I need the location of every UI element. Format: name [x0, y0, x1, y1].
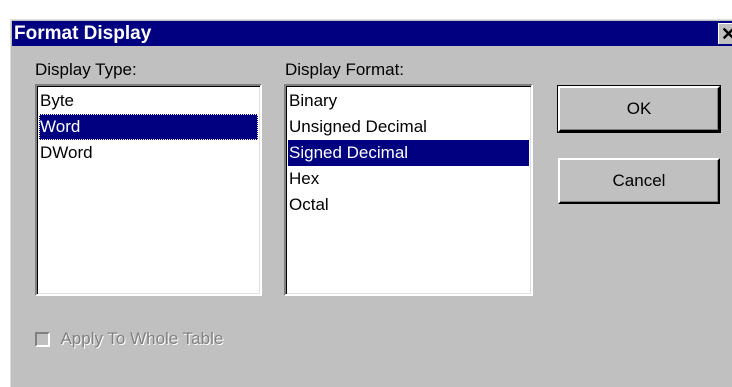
apply-whole-table-label: Apply To Whole Table: [60, 329, 224, 348]
display-type-listbox[interactable]: Byte Word DWord: [35, 84, 262, 296]
apply-whole-table-row[interactable]: Apply To Whole Table: [35, 329, 223, 351]
display-type-item-byte[interactable]: Byte: [39, 88, 258, 114]
display-format-listbox[interactable]: Binary Unsigned Decimal Signed Decimal H…: [284, 84, 533, 296]
display-format-item-hex[interactable]: Hex: [288, 166, 529, 192]
display-format-label: Display Format:: [285, 60, 405, 79]
ok-button[interactable]: OK: [557, 85, 721, 133]
format-display-dialog: Format Display ✕ Display Type: Display F…: [10, 19, 732, 387]
display-type-item-word[interactable]: Word: [39, 114, 258, 140]
display-type-item-dword[interactable]: DWord: [39, 140, 258, 166]
display-format-item-binary[interactable]: Binary: [288, 88, 529, 114]
display-format-item-octal[interactable]: Octal: [288, 192, 529, 218]
dialog-title: Format Display: [14, 23, 152, 44]
close-button[interactable]: ✕: [718, 23, 732, 44]
display-type-label: Display Type:: [35, 60, 137, 79]
close-icon: ✕: [721, 24, 732, 44]
cancel-button[interactable]: Cancel: [558, 158, 720, 204]
display-format-item-unsigned-decimal[interactable]: Unsigned Decimal: [288, 114, 529, 140]
title-bar[interactable]: Format Display ✕: [12, 21, 732, 46]
apply-whole-table-checkbox[interactable]: [35, 331, 50, 347]
display-format-item-signed-decimal[interactable]: Signed Decimal: [288, 140, 529, 166]
